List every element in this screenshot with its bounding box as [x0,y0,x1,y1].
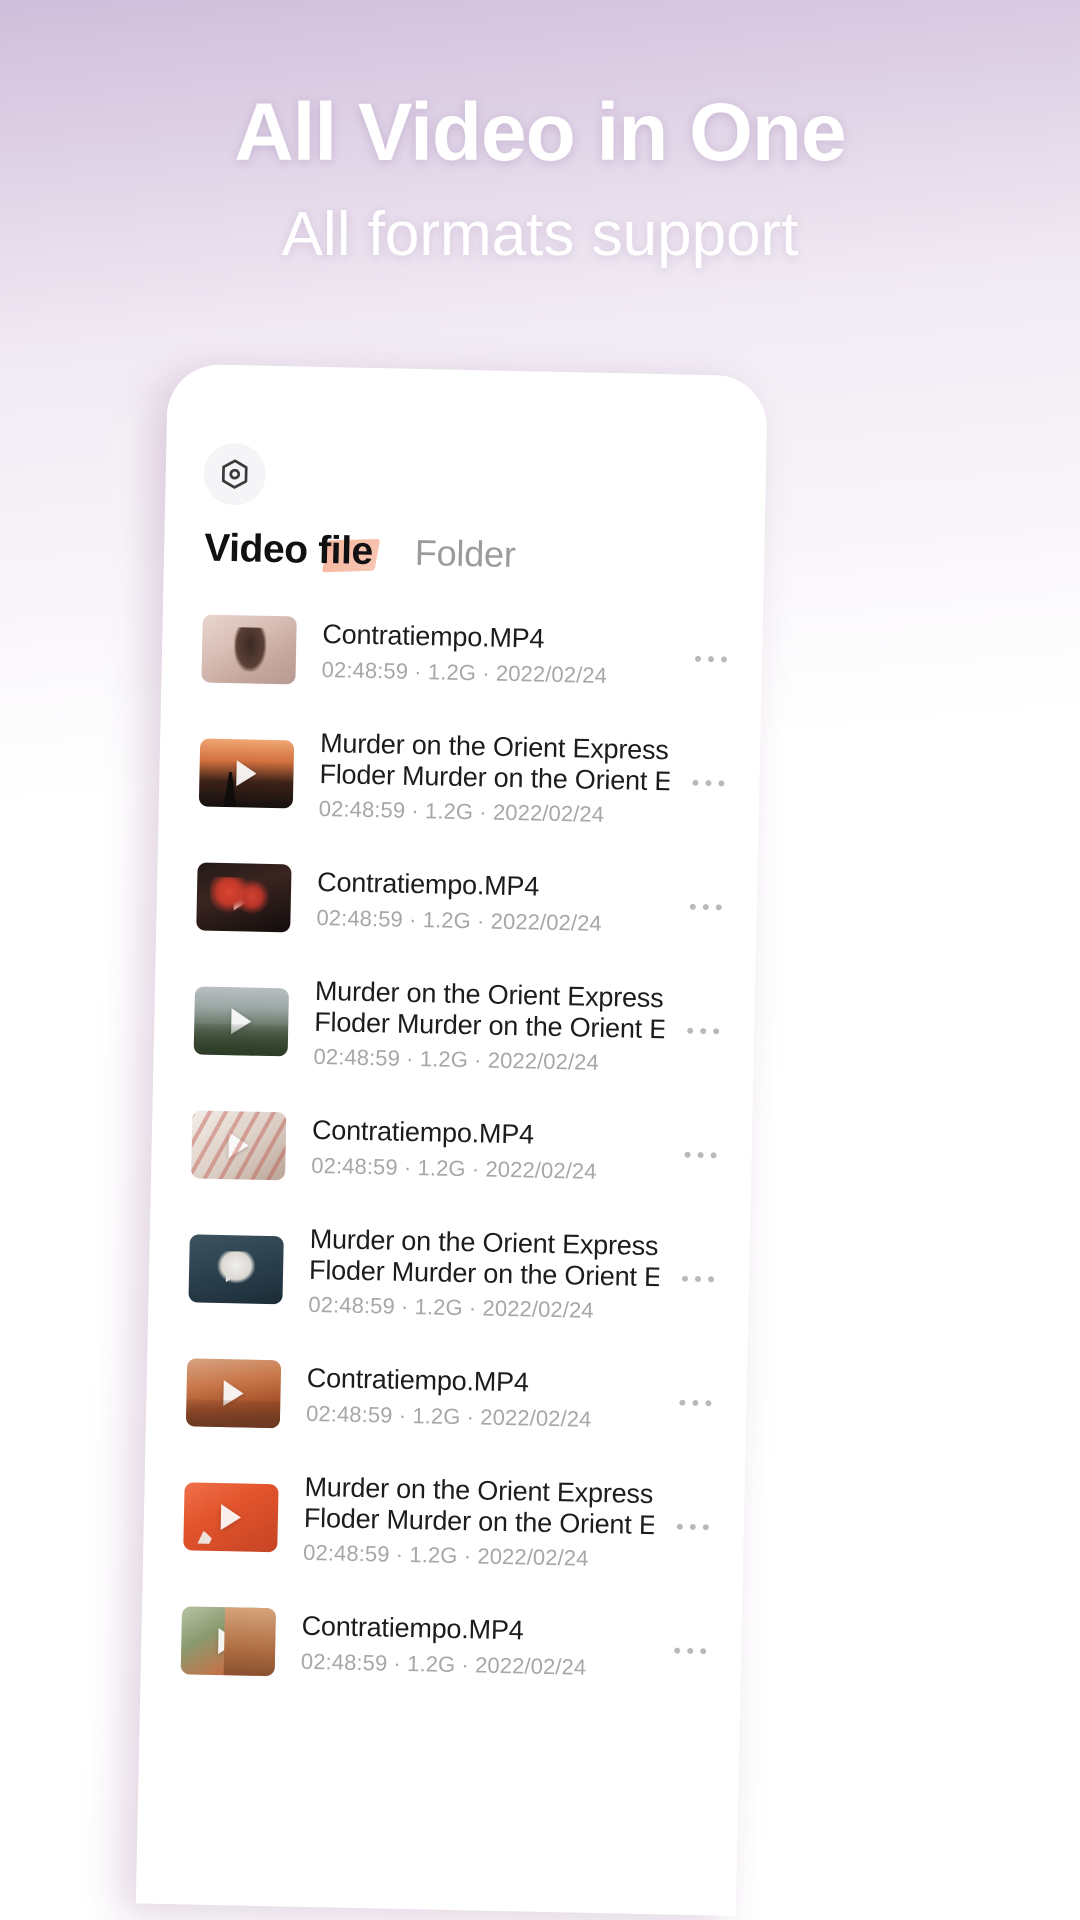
video-title: Contratiempo.MP4 [316,867,540,902]
more-horizontal-icon[interactable] [672,1151,730,1159]
video-title: Contratiempo.MP4 [306,1363,530,1398]
video-list-item[interactable]: Contratiempo.MP4 02:48:59 · 1.2G · 2022/0… [150,1082,752,1219]
tab-video-file-label: Video file [203,526,374,574]
tab-folder[interactable]: Folder [414,532,516,576]
more-horizontal-icon[interactable] [682,655,740,663]
video-thumbnail[interactable] [183,1482,279,1553]
video-list-item[interactable]: Murder on the Orient Express Floder Murde… [153,958,755,1095]
video-meta: 02:48:59 · 1.2G · 2022/02/24 [311,1152,597,1184]
video-info: Murder on the Orient Express Floder Murde… [293,727,681,830]
video-thumbnail[interactable] [196,862,292,933]
more-horizontal-icon[interactable] [679,779,737,787]
more-horizontal-icon[interactable] [669,1275,727,1283]
video-info: Contratiempo.MP4 02:48:59 · 1.2G · 2022/0… [290,867,677,938]
more-horizontal-icon[interactable] [661,1647,719,1655]
video-meta: 02:48:59 · 1.2G · 2022/02/24 [318,796,605,828]
video-meta: 02:48:59 · 1.2G · 2022/02/24 [300,1648,587,1680]
video-info: Contratiempo.MP4 02:48:59 · 1.2G · 2022/0… [295,619,682,690]
video-title: Contratiempo.MP4 [322,619,545,654]
play-triangle-icon [223,1380,244,1407]
video-title: Contratiempo.MP4 [301,1611,524,1646]
video-subtitle: Floder Murder on the Orient Expr... [308,1254,660,1294]
video-meta: 02:48:59 · 1.2G · 2022/02/24 [313,1044,600,1076]
tab-folder-label: Folder [414,531,517,576]
video-list-item[interactable]: Murder on the Orient Express Floder Murde… [158,710,760,847]
settings-button[interactable] [203,442,267,506]
video-title: Contratiempo.MP4 [311,1115,535,1150]
tab-bar: Video file Folder [204,527,516,578]
video-subtitle: Floder Murder on the Orient Expr... [303,1502,655,1542]
play-triangle-icon [220,1504,242,1531]
app-screen: Video file Folder Contratiempo.MP4 02:48:… [135,363,768,1916]
hexagon-settings-icon [217,457,252,492]
video-subtitle: Floder Murder on the Orient Expr... [313,1006,665,1046]
video-info: Contratiempo.MP4 02:48:59 · 1.2G · 2022/0… [285,1115,672,1186]
play-triangle-icon [233,884,255,911]
page-title: All Video in One [234,87,846,178]
video-info: Murder on the Orient Express Floder Murde… [287,975,675,1078]
play-triangle-icon [225,1256,247,1283]
video-list-item[interactable]: Contratiempo.MP4 02:48:59 · 1.2G · 2022/0… [145,1330,747,1467]
video-thumbnail[interactable] [193,986,290,1057]
video-info: Murder on the Orient Express Floder Murde… [277,1471,665,1574]
video-thumbnail[interactable] [191,1110,287,1181]
more-horizontal-icon[interactable] [664,1523,722,1531]
video-list-item[interactable]: Murder on the Orient Express Floder Murde… [143,1453,745,1590]
video-info: Contratiempo.MP4 02:48:59 · 1.2G · 2022/0… [280,1363,667,1434]
video-info: Contratiempo.MP4 02:48:59 · 1.2G · 2022/0… [275,1611,662,1682]
video-info: Murder on the Orient Express Floder Murde… [282,1223,670,1326]
video-thumbnail[interactable] [185,1358,282,1429]
video-thumbnail[interactable] [180,1606,277,1677]
tab-video-file[interactable]: Video file [203,526,380,575]
play-triangle-icon [236,760,257,787]
video-meta: 02:48:59 · 1.2G · 2022/02/24 [305,1400,592,1432]
page-subtitle: All formats support [281,200,799,269]
video-list-item[interactable]: Contratiempo.MP4 02:48:59 · 1.2G · 2022/0… [156,834,758,971]
phone-mockup-stage: Video file Folder Contratiempo.MP4 02:48:… [0,360,1080,1920]
video-list-item[interactable]: Contratiempo.MP4 02:48:59 · 1.2G · 2022/0… [161,586,763,723]
video-subtitle: Floder Murder on the Orient Expr... [319,758,670,798]
video-list-item[interactable]: Contratiempo.MP4 02:48:59 · 1.2G · 2022/0… [140,1577,742,1714]
video-meta: 02:48:59 · 1.2G · 2022/02/24 [316,904,603,936]
play-triangle-icon [231,1008,252,1035]
more-horizontal-icon[interactable] [677,903,735,911]
video-thumbnail[interactable] [201,614,297,685]
video-meta: 02:48:59 · 1.2G · 2022/02/24 [321,656,608,688]
play-triangle-icon [228,1132,249,1159]
play-triangle-icon [238,636,260,663]
play-triangle-icon [218,1628,239,1655]
video-file-list[interactable]: Contratiempo.MP4 02:48:59 · 1.2G · 2022/0… [136,586,763,1916]
more-horizontal-icon[interactable] [666,1399,724,1407]
video-thumbnail[interactable] [188,1234,284,1305]
video-meta: 02:48:59 · 1.2G · 2022/02/24 [302,1540,589,1572]
more-horizontal-icon[interactable] [674,1027,732,1035]
video-list-item[interactable]: Murder on the Orient Express Floder Murde… [148,1206,750,1343]
video-thumbnail[interactable] [198,738,295,809]
phone-frame: Video file Folder Contratiempo.MP4 02:48:… [135,363,768,1916]
promo-text-block: All Video in One All formats support [0,0,1080,266]
video-meta: 02:48:59 · 1.2G · 2022/02/24 [308,1292,594,1324]
